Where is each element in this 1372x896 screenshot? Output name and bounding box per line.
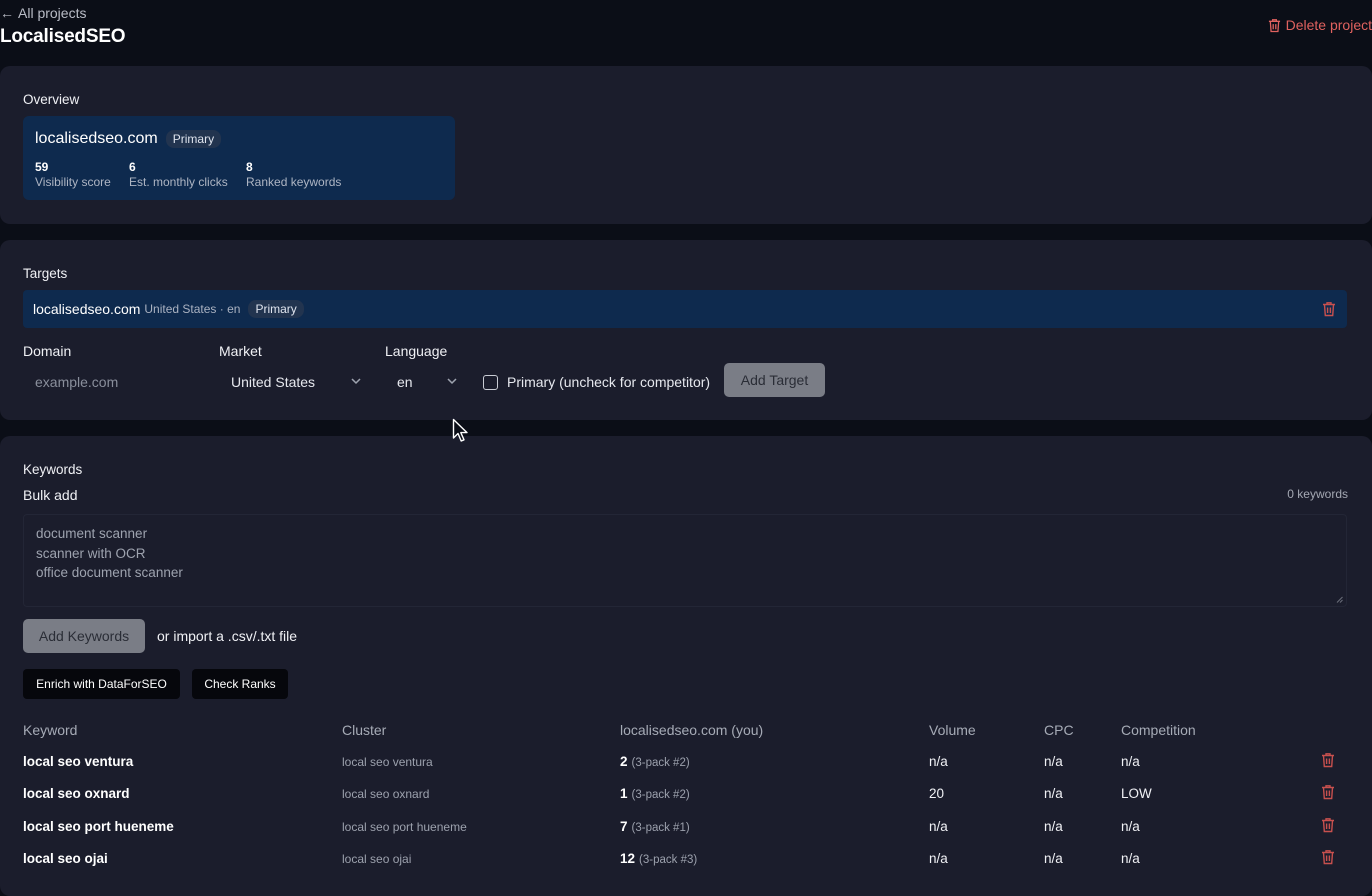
keyword-cell: local seo port hueneme [23,819,174,834]
target-domain: localisedseo.com [33,301,141,317]
back-link-label: All projects [18,5,87,21]
column-header-cpc[interactable]: CPC [1044,722,1074,738]
enrich-dataforseo-button[interactable]: Enrich with DataForSEO [23,669,180,699]
trash-icon [1268,18,1280,32]
targets-card: Targets localisedseo.com United States ·… [0,240,1372,420]
rank-cell: 7 (3-pack #1) [620,819,690,834]
language-label: Language [385,343,448,359]
overview-summary: localisedseo.com Primary 59 Visibility s… [23,116,455,200]
back-to-projects-link[interactable]: ← All projects [0,5,86,21]
domain-field-wrap [23,365,203,399]
placeholder-line: document scanner [36,526,148,541]
overview-heading: Overview [23,92,80,107]
primary-checkbox[interactable] [483,375,498,390]
cpc-cell: n/a [1044,786,1063,801]
keyword-cell: local seo ojai [23,851,108,866]
trash-icon[interactable] [1321,817,1335,833]
cpc-cell: n/a [1044,819,1063,834]
cluster-cell: local seo port hueneme [342,820,467,834]
competition-cell: LOW [1121,786,1152,801]
cluster-cell: local seo ventura [342,755,433,769]
competition-cell: n/a [1121,819,1140,834]
page-title: LocalisedSEO [0,26,126,47]
visibility-score-stat: 59 Visibility score [35,160,111,189]
check-ranks-button[interactable]: Check Ranks [192,669,288,699]
target-row: localisedseo.com United States · en Prim… [23,290,1347,328]
primary-badge: Primary [248,300,304,318]
delete-project-label: Delete project [1285,17,1372,33]
market-value: United States [231,374,316,390]
volume-cell: n/a [929,819,948,834]
mouse-cursor-icon [452,418,468,442]
column-header-volume[interactable]: Volume [929,722,976,738]
language-select[interactable]: en [385,365,457,399]
keyword-cell: local seo oxnard [23,786,130,801]
domain-label: Domain [23,343,72,359]
column-header-keyword[interactable]: Keyword [23,722,77,738]
primary-badge: Primary [165,130,222,148]
overview-card: Overview localisedseo.com Primary 59 Vis… [0,66,1372,224]
competition-cell: n/a [1121,851,1140,866]
trash-icon[interactable] [1321,752,1335,768]
column-header-cluster[interactable]: Cluster [342,722,386,738]
volume-cell: n/a [929,754,948,769]
rank-cell: 12 (3-pack #3) [620,851,698,866]
rank-cell: 2 (3-pack #2) [620,754,690,769]
overview-domain: localisedseo.com [35,130,158,147]
monthly-clicks-stat: 6 Est. monthly clicks [129,160,228,189]
import-file-link[interactable]: or import a .csv/.txt file [157,628,297,644]
language-value: en [397,374,413,390]
keyword-cell: local seo ventura [23,754,134,769]
ranked-keywords-stat: 8 Ranked keywords [246,160,342,189]
domain-input[interactable] [23,374,193,390]
targets-heading: Targets [23,266,68,281]
keywords-heading: Keywords [23,462,83,477]
cpc-cell: n/a [1044,851,1063,866]
add-keywords-button[interactable]: Add Keywords [23,619,145,653]
keywords-card: Keywords Bulk add 0 keywords document sc… [0,436,1372,896]
competition-cell: n/a [1121,754,1140,769]
target-market-language: United States · en [144,302,241,316]
bulk-add-label: Bulk add [23,487,78,503]
column-header-competition[interactable]: Competition [1121,722,1196,738]
resize-handle-icon[interactable] [1336,596,1343,603]
trash-icon[interactable] [1321,784,1335,800]
arrow-left-icon: ← [0,5,14,21]
market-select[interactable]: United States [219,365,361,399]
rank-cell: 1 (3-pack #2) [620,786,690,801]
market-label: Market [219,343,262,359]
add-target-button[interactable]: Add Target [724,363,825,397]
trash-icon[interactable] [1321,849,1335,865]
cpc-cell: n/a [1044,754,1063,769]
column-header-rank[interactable]: localisedseo.com (you) [620,722,763,738]
delete-project-button[interactable]: Delete project [1268,17,1372,33]
volume-cell: 20 [929,786,945,801]
bulk-keywords-textarea[interactable]: document scanner scanner with OCR office… [23,514,1347,607]
placeholder-line: office document scanner [36,565,183,580]
trash-icon[interactable] [1322,301,1336,317]
chevron-down-icon [447,378,457,385]
volume-cell: n/a [929,851,948,866]
cluster-cell: local seo ojai [342,852,412,866]
primary-checkbox-label: Primary (uncheck for competitor) [507,374,711,390]
chevron-down-icon [351,378,361,385]
keyword-count: 0 keywords [1287,487,1348,501]
placeholder-line: scanner with OCR [36,545,146,561]
cluster-cell: local seo oxnard [342,787,430,801]
